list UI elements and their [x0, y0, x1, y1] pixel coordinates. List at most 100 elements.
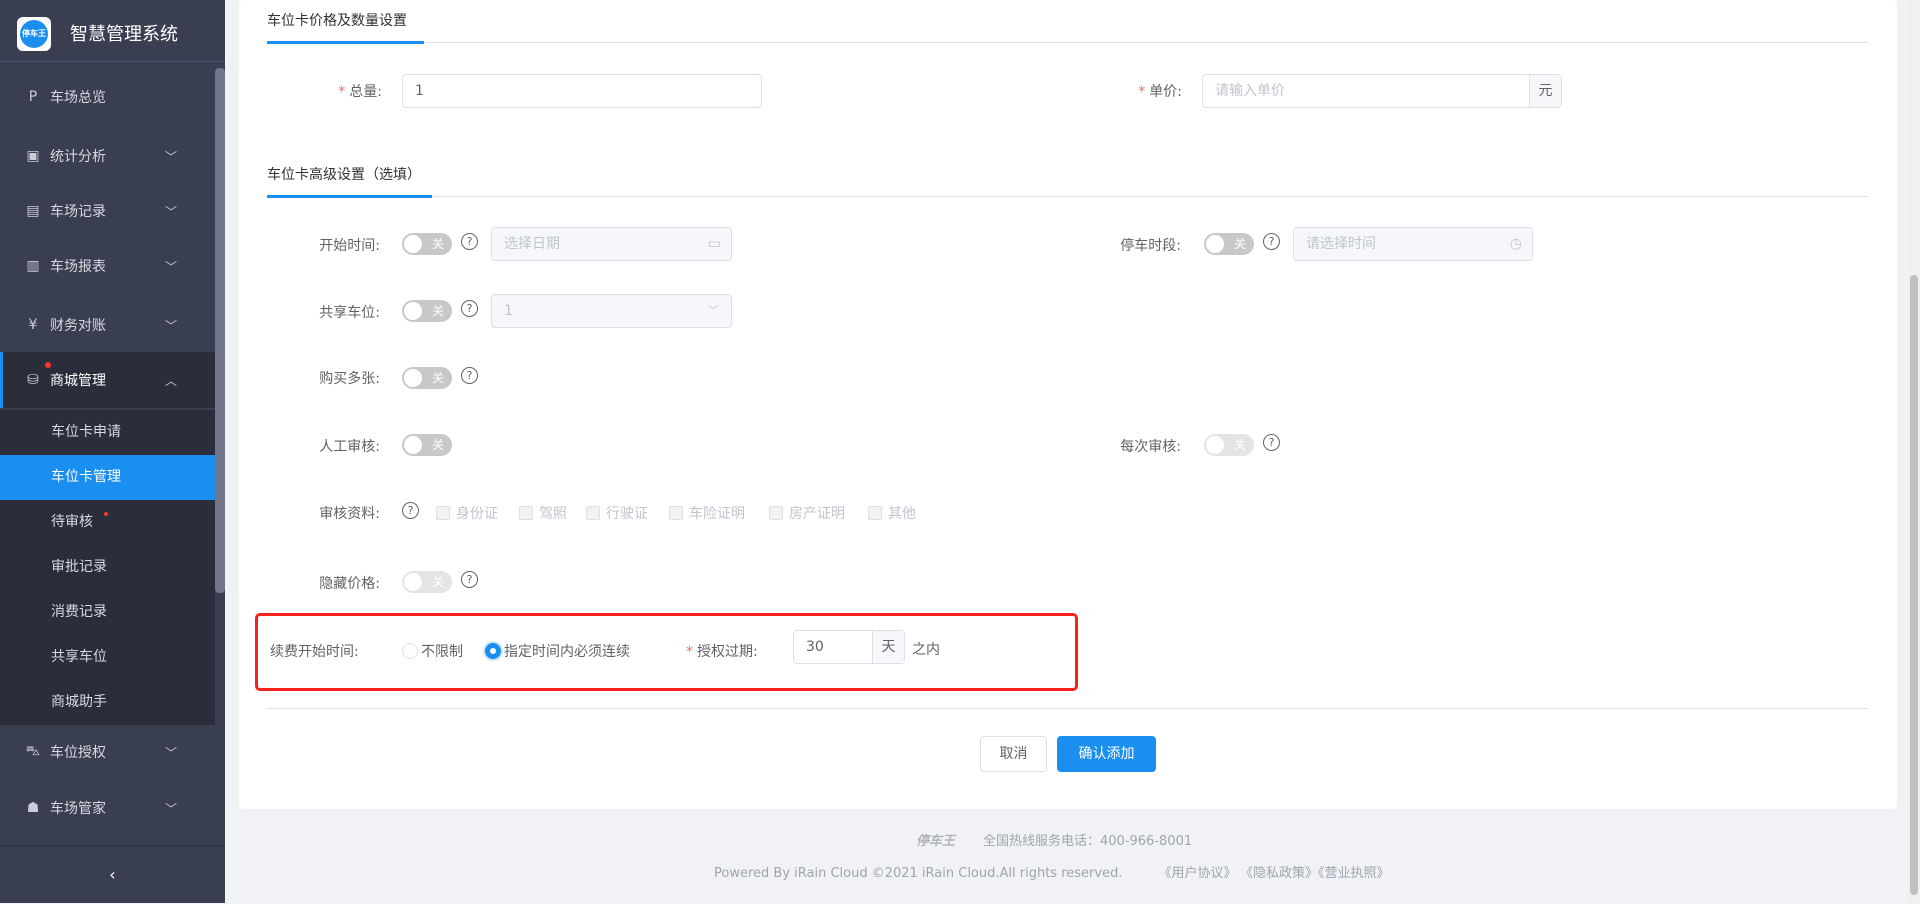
- sidebar-item-reports[interactable]: ▥ 车场报表 ﹀: [0, 238, 215, 294]
- radio-unlimited[interactable]: 不限制: [402, 641, 463, 661]
- logo-text: 停车王: [20, 20, 48, 48]
- nav-label: 财务对账: [50, 318, 106, 334]
- section-underline: [267, 195, 432, 198]
- sidebar-item-mall[interactable]: ⛁ 商城管理 ︿: [0, 352, 215, 408]
- chevron-down-icon: ﹀: [164, 745, 177, 760]
- sidebar-subitem-approval-records[interactable]: 审批记录: [0, 545, 215, 590]
- doc-checkbox-license[interactable]: 驾照: [519, 503, 567, 523]
- chevron-down-icon: ﹀: [708, 304, 719, 317]
- help-icon[interactable]: ?: [461, 367, 478, 384]
- start-time-toggle[interactable]: 关: [402, 233, 452, 255]
- multi-buy-label: 购买多张:: [319, 371, 380, 387]
- sidebar-item-butler[interactable]: ☗ 车场管家 ﹀: [0, 780, 215, 836]
- doc-checkbox-property[interactable]: 房产证明: [769, 503, 845, 523]
- sidebar-item-finance[interactable]: ¥ 财务对账 ﹀: [0, 297, 215, 353]
- help-icon[interactable]: ?: [1263, 233, 1280, 250]
- label-text: 授权过期:: [697, 644, 758, 660]
- share-toggle[interactable]: 关: [402, 300, 452, 322]
- sidebar: 停车王 智慧管理系统 P 车场总览 ▣ 统计分析 ﹀ ▤ 车场记录 ﹀ ▥ 车场报表 ﹀ ¥ 财…: [0, 0, 225, 903]
- scrollbar-thumb[interactable]: [1910, 275, 1918, 895]
- parking-period-toggle[interactable]: 关: [1204, 233, 1254, 255]
- sidebar-subitem-pending[interactable]: 待审核: [0, 500, 215, 545]
- manual-review-toggle[interactable]: 关: [402, 434, 452, 456]
- user-icon: ☗: [26, 800, 40, 816]
- radio-continuous[interactable]: 指定时间内必须连续: [485, 641, 630, 661]
- sidebar-item-statistics[interactable]: ▣ 统计分析 ﹀: [0, 128, 215, 184]
- select-value: 1: [504, 303, 513, 319]
- checkbox: [669, 506, 683, 520]
- total-input[interactable]: 1: [402, 74, 762, 108]
- toggle-text: 关: [1233, 438, 1246, 452]
- parking-period-label: 停车时段:: [1120, 238, 1181, 254]
- cancel-button[interactable]: 取消: [980, 736, 1047, 772]
- app-title: 智慧管理系统: [70, 24, 178, 45]
- expire-days-input[interactable]: 30 天: [793, 630, 905, 664]
- chevron-down-icon: ﹀: [164, 318, 177, 333]
- clock-icon: ◷: [1509, 236, 1522, 252]
- required-mark: *: [1138, 84, 1146, 100]
- nav-label: 待审核: [51, 514, 93, 530]
- nav-label: 商城管理: [50, 373, 106, 389]
- price-input[interactable]: 请输入单价 元: [1202, 74, 1562, 108]
- help-icon[interactable]: ?: [402, 502, 419, 519]
- collapse-sidebar-button[interactable]: ‹: [0, 845, 225, 903]
- multi-buy-toggle[interactable]: 关: [402, 367, 452, 389]
- required-mark: *: [338, 84, 346, 100]
- each-review-label: 每次审核:: [1120, 439, 1181, 455]
- each-review-toggle[interactable]: 关: [1204, 434, 1254, 456]
- nav-label: 车场总览: [50, 90, 106, 106]
- expire-suffix: 之内: [912, 642, 940, 658]
- renew-start-label: 续费开始时间:: [270, 644, 359, 660]
- confirm-add-button[interactable]: 确认添加: [1057, 736, 1156, 772]
- nav-label: 车场报表: [50, 259, 106, 275]
- sidebar-subitem-card-apply[interactable]: 车位卡申请: [0, 410, 215, 455]
- parking-period-input[interactable]: 请选择时间 ◷: [1293, 227, 1533, 261]
- help-icon[interactable]: ?: [461, 571, 478, 588]
- link-privacy-policy[interactable]: 《隐私政策》: [1246, 866, 1318, 881]
- sidebar-item-records[interactable]: ▤ 车场记录 ﹀: [0, 183, 215, 239]
- chevron-down-icon: ﹀: [164, 259, 177, 274]
- sidebar-subitem-card-manage[interactable]: 车位卡管理: [0, 455, 215, 500]
- doc-checkbox-id[interactable]: 身份证: [436, 503, 498, 523]
- toggle-knob: [1206, 436, 1224, 454]
- checkbox-label: 驾照: [539, 506, 567, 522]
- monitor-chart-icon: ▣: [26, 148, 40, 164]
- required-mark: *: [686, 644, 693, 660]
- sidebar-subitem-consumption[interactable]: 消费记录: [0, 590, 215, 635]
- sidebar-item-authorization[interactable]: ⛍ 车位授权 ﹀: [0, 724, 215, 780]
- footer-logo: 停车王: [916, 834, 956, 849]
- hide-price-toggle[interactable]: 关: [402, 571, 452, 593]
- sidebar-header: 停车王 智慧管理系统: [0, 0, 225, 62]
- sidebar-item-overview[interactable]: P 车场总览: [0, 69, 215, 125]
- help-icon[interactable]: ?: [461, 233, 478, 250]
- link-business-license[interactable]: 《营业执照》: [1318, 866, 1390, 881]
- sidebar-scrollbar[interactable]: [215, 68, 225, 593]
- toggle-text: 关: [431, 438, 444, 452]
- start-date-input[interactable]: 选择日期 ▭: [491, 227, 732, 261]
- chevron-down-icon: ﹀: [164, 204, 177, 219]
- checkbox: [436, 506, 450, 520]
- doc-checkbox-vehicle[interactable]: 行驶证: [586, 503, 648, 523]
- sidebar-subitem-mall-assistant[interactable]: 商城助手: [0, 680, 215, 725]
- footer-hotline: 停车王 全国热线服务电话：400-966-8001: [916, 830, 1192, 849]
- main-scrollbar[interactable]: [1908, 0, 1920, 903]
- chevron-down-icon: ﹀: [164, 801, 177, 816]
- toggle-knob: [404, 436, 422, 454]
- checkbox-label: 行驶证: [606, 506, 648, 522]
- doc-checkbox-insurance[interactable]: 车险证明: [669, 503, 745, 523]
- notification-dot: [45, 362, 51, 368]
- doc-checkbox-other[interactable]: 其他: [868, 503, 916, 523]
- car-icon: ⛍: [25, 743, 41, 759]
- checkbox: [769, 506, 783, 520]
- share-select[interactable]: 1 ﹀: [491, 294, 732, 328]
- sidebar-subitem-shared-space[interactable]: 共享车位: [0, 635, 215, 680]
- footer-copyright: Powered By iRain Cloud ©2021 iRain Cloud…: [714, 862, 1390, 881]
- chevron-down-icon: ﹀: [164, 149, 177, 164]
- link-user-agreement[interactable]: 《用户协议》: [1158, 866, 1236, 881]
- report-icon: ▥: [26, 258, 40, 274]
- help-icon[interactable]: ?: [461, 300, 478, 317]
- help-icon[interactable]: ?: [1263, 434, 1280, 451]
- toggle-text: 关: [431, 304, 444, 318]
- checkbox-label: 房产证明: [789, 506, 845, 522]
- label-text: 单价:: [1149, 84, 1182, 100]
